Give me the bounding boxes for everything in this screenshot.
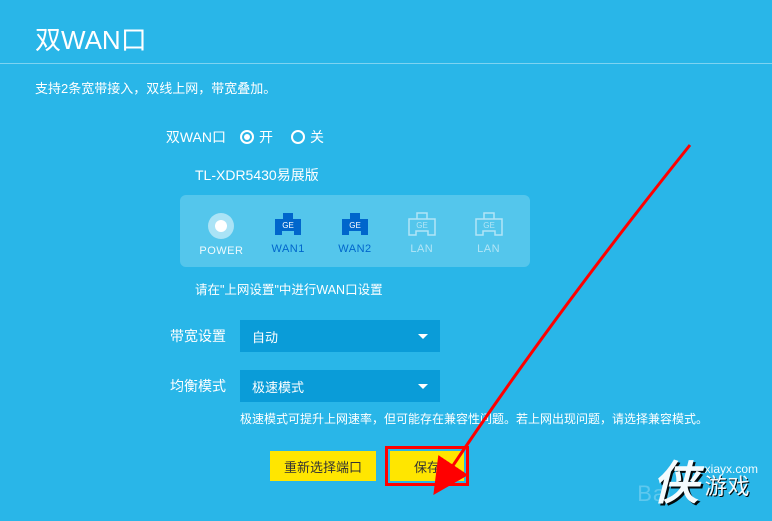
- radio-off[interactable]: 关: [291, 127, 324, 147]
- balance-label: 均衡模式: [0, 376, 240, 396]
- toggle-radio-group: 开 关: [240, 127, 324, 147]
- form-area: 双WAN口 开 关 TL-XDR5430易展版 POWER GE WAN1: [0, 127, 772, 481]
- radio-on-circle: [240, 130, 254, 144]
- ethernet-icon: GE: [407, 211, 437, 237]
- svg-text:GE: GE: [416, 221, 428, 230]
- watermark: 侠 xiayx.com 游戏: [653, 447, 758, 513]
- ports-panel: POWER GE WAN1 GE WAN2 GE LAN GE LAN: [180, 195, 530, 267]
- mode-hint: 极速模式可提升上网速率，但可能存在兼容性问题。若上网出现问题，请选择兼容模式。: [240, 410, 772, 427]
- balance-row: 均衡模式 极速模式: [0, 370, 772, 402]
- port-lan1[interactable]: GE LAN: [392, 211, 452, 257]
- port-power-label: POWER: [199, 245, 243, 257]
- svg-text:GE: GE: [282, 221, 294, 230]
- balance-value: 极速模式: [252, 377, 304, 396]
- ethernet-icon: GE: [273, 211, 303, 237]
- bandwidth-row: 带宽设置 自动: [0, 320, 772, 352]
- chevron-down-icon: [418, 334, 428, 339]
- save-button[interactable]: 保存: [390, 451, 464, 481]
- ethernet-icon: GE: [474, 211, 504, 237]
- port-wan2-label: WAN2: [338, 243, 371, 255]
- port-wan1-label: WAN1: [272, 243, 305, 255]
- toggle-label: 双WAN口: [0, 127, 240, 147]
- page-subtitle: 支持2条宽带接入，双线上网，带宽叠加。: [0, 64, 772, 97]
- radio-on-label: 开: [259, 127, 273, 147]
- port-power: POWER: [191, 211, 251, 257]
- device-model: TL-XDR5430易展版: [195, 165, 772, 185]
- radio-off-label: 关: [310, 127, 324, 147]
- port-wan1[interactable]: GE WAN1: [258, 211, 318, 257]
- watermark-brand: 游戏: [705, 476, 758, 498]
- bandwidth-label: 带宽设置: [0, 326, 240, 346]
- ethernet-icon: GE: [340, 211, 370, 237]
- bandwidth-value: 自动: [252, 327, 278, 346]
- chevron-down-icon: [418, 384, 428, 389]
- bandwidth-select[interactable]: 自动: [240, 320, 440, 352]
- wan-setup-hint: 请在"上网设置"中进行WAN口设置: [195, 279, 772, 298]
- port-lan2-label: LAN: [477, 243, 500, 255]
- reselect-ports-button[interactable]: 重新选择端口: [270, 451, 376, 481]
- svg-text:GE: GE: [483, 221, 495, 230]
- radio-on[interactable]: 开: [240, 127, 273, 147]
- radio-off-circle: [291, 130, 305, 144]
- toggle-row: 双WAN口 开 关: [0, 127, 772, 147]
- port-wan2[interactable]: GE WAN2: [325, 211, 385, 257]
- page-title: 双WAN口: [0, 0, 772, 63]
- watermark-char: 侠: [653, 447, 699, 513]
- balance-select[interactable]: 极速模式: [240, 370, 440, 402]
- power-icon: [208, 213, 234, 239]
- svg-text:GE: GE: [349, 221, 361, 230]
- port-lan2[interactable]: GE LAN: [459, 211, 519, 257]
- port-lan1-label: LAN: [410, 243, 433, 255]
